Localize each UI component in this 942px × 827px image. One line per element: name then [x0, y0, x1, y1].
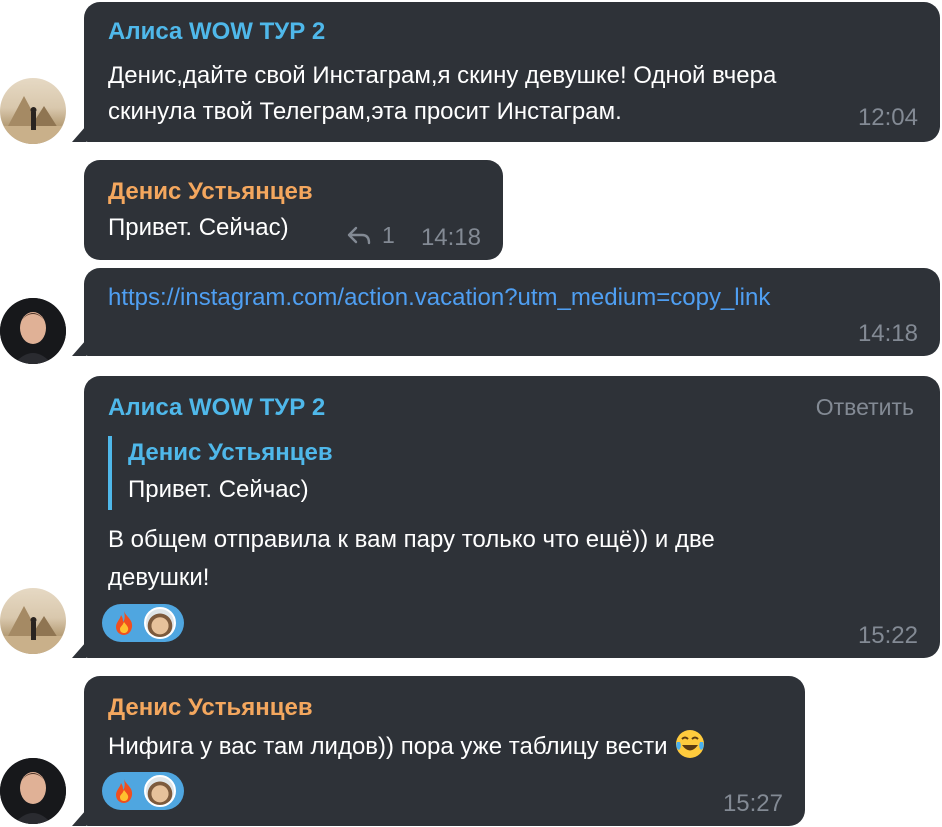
message-bubble[interactable]: Денис Устьянцев Нифига у вас там лидов))…	[84, 676, 805, 826]
laughing-tears-emoji	[675, 730, 704, 758]
reactor-avatar	[144, 607, 176, 639]
avatar[interactable]	[0, 588, 66, 654]
message-text: Нифига у вас там лидов)) пора уже таблиц…	[108, 728, 706, 765]
avatar-photo	[0, 758, 66, 824]
message-bubble[interactable]: Денис Устьянцев Привет. Сейчас) 1 14:18	[84, 160, 503, 260]
replies-indicator[interactable]: 1	[346, 222, 395, 249]
reply-arrow-icon	[347, 226, 371, 244]
reply-count: 1	[382, 222, 395, 248]
avatar[interactable]	[0, 298, 66, 364]
message-text-line: скинула твой Телеграм,эта просит Инстагр…	[108, 98, 622, 125]
sender-name[interactable]: Денис Устьянцев	[108, 694, 313, 722]
reaction-chip[interactable]	[102, 604, 184, 642]
sender-name[interactable]: Алиса WOW ТУР 2	[108, 18, 325, 46]
fire-icon	[108, 607, 140, 639]
sender-name[interactable]: Денис Устьянцев	[108, 178, 313, 206]
avatar-photo	[0, 606, 66, 654]
quote-sender: Денис Устьянцев	[128, 439, 333, 466]
message-time: 14:18	[420, 224, 481, 251]
avatar[interactable]	[0, 758, 66, 824]
message-text-content: Нифига у вас там лидов)) пора уже таблиц…	[108, 733, 668, 760]
sender-name[interactable]: Алиса WOW ТУР 2	[108, 394, 325, 422]
message-text-line: В общем отправила к вам пару только что …	[108, 526, 715, 553]
message-bubble[interactable]: Алиса WOW ТУР 2 Ответить Денис Устьянцев…	[84, 376, 940, 658]
avatar-photo	[0, 96, 66, 144]
message-time: 14:18	[857, 320, 918, 347]
avatar-photo	[0, 298, 66, 364]
message-link[interactable]: https://instagram.com/action.vacation?ut…	[108, 284, 770, 312]
message-text-line: Денис,дайте свой Инстаграм,я скину девуш…	[108, 62, 777, 89]
message-time: 12:04	[857, 104, 918, 131]
reactor-avatar	[144, 775, 176, 807]
message-text: Привет. Сейчас)	[108, 214, 289, 241]
reply-button[interactable]: Ответить	[816, 394, 914, 421]
fire-icon	[108, 775, 140, 807]
quoted-message[interactable]: Денис Устьянцев Привет. Сейчас)	[108, 436, 333, 510]
reaction-chip[interactable]	[102, 772, 184, 810]
quote-text: Привет. Сейчас)	[128, 476, 309, 503]
chat-history: Алиса WOW ТУР 2 Денис,дайте свой Инстагр…	[0, 0, 942, 827]
avatar[interactable]	[0, 78, 66, 144]
message-time: 15:27	[722, 790, 783, 817]
message-bubble[interactable]: https://instagram.com/action.vacation?ut…	[84, 268, 940, 356]
message-bubble[interactable]: Алиса WOW ТУР 2 Денис,дайте свой Инстагр…	[84, 2, 940, 142]
message-text-line: девушки!	[108, 564, 210, 591]
message-time: 15:22	[857, 622, 918, 649]
